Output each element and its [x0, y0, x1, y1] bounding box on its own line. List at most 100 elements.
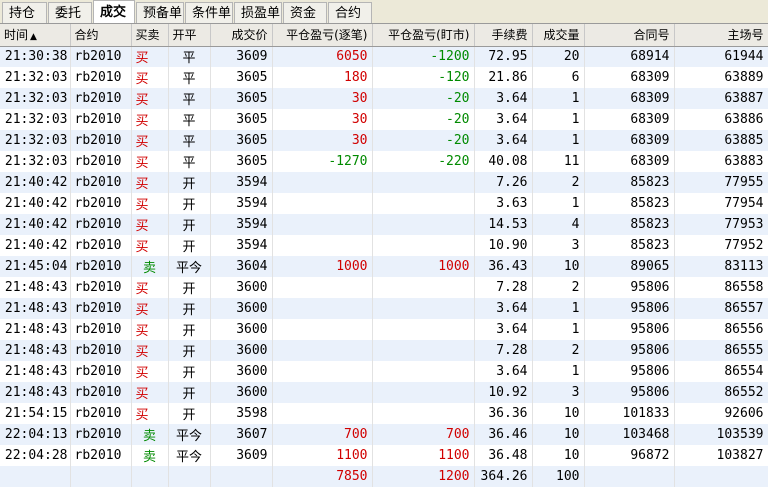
table-row[interactable]: 21:32:03 rb2010 买平 3605 30 -20 3.64 1 68309 63887	[0, 88, 768, 109]
cell-exchange-no: 83113	[674, 256, 768, 277]
tab-positions[interactable]: 持仓	[2, 2, 47, 23]
cell-contract-no: 68309	[584, 151, 675, 172]
cell-time: 21:40:42	[0, 235, 71, 256]
col-header-open-close[interactable]: 开平	[168, 24, 211, 47]
tab-orders[interactable]: 委托	[48, 2, 92, 23]
cell-price: 3605	[210, 67, 273, 88]
table-row[interactable]: 21:45:04 rb2010 卖平今 3604 1000 1000 36.43 10 8906…	[0, 256, 768, 277]
cell-contract: rb2010	[70, 256, 132, 277]
cell-exchange-no: 86555	[674, 340, 768, 361]
cell-price: 3600	[210, 277, 273, 298]
col-header-pnl-trade[interactable]: 平仓盈亏(逐笔)	[272, 24, 373, 47]
cell-price: 3607	[210, 424, 273, 445]
cell-fee: 72.95	[474, 46, 533, 67]
table-row[interactable]: 21:32:03 rb2010 买平 3605 -1270 -220 40.08 11 6830…	[0, 151, 768, 172]
table-row[interactable]: 21:48:43 rb2010 买开 3600 7.28 2 95806 86558	[0, 277, 768, 298]
table-row[interactable]: 22:04:28 rb2010 卖平今 3609 1100 1100 36.48 10 9687…	[0, 445, 768, 466]
col-header-direction[interactable]: 买卖	[131, 24, 169, 47]
cell-contract-no: 85823	[584, 193, 675, 214]
cell-volume: 1	[532, 361, 585, 382]
tab-preorders[interactable]: 预备单	[136, 2, 184, 23]
cell-open-close: 平	[168, 46, 211, 67]
cell-direction: 买	[131, 403, 169, 424]
cell-volume: 20	[532, 46, 585, 67]
cell-contract: rb2010	[70, 319, 132, 340]
cell-time: 21:40:42	[0, 172, 71, 193]
cell-contract: rb2010	[70, 214, 132, 235]
cell-price: 3605	[210, 109, 273, 130]
cell-direction: 买	[131, 130, 169, 151]
table-row[interactable]: 21:40:42 rb2010 买开 3594 7.26 2 85823 77955	[0, 172, 768, 193]
table-row[interactable]: 21:48:43 rb2010 买开 3600 3.64 1 95806 86554	[0, 361, 768, 382]
table-row[interactable]: 21:30:38 rb2010 买平 3609 6050 -1200 72.95 20 6891…	[0, 46, 768, 67]
col-header-price[interactable]: 成交价	[210, 24, 273, 47]
cell-volume: 6	[532, 67, 585, 88]
table-row[interactable]: 21:40:42 rb2010 买开 3594 3.63 1 85823 77954	[0, 193, 768, 214]
table-row[interactable]: 22:04:13 rb2010 卖平今 3607 700 700 36.46 10 103468…	[0, 424, 768, 445]
table-row[interactable]: 21:54:15 rb2010 买开 3598 36.36 10 101833 92606	[0, 403, 768, 424]
cell-pnl-trade	[272, 319, 373, 340]
cell-time: 21:32:03	[0, 88, 71, 109]
cell-volume: 1	[532, 109, 585, 130]
cell-fee: 3.64	[474, 109, 533, 130]
cell-exchange-no: 61944	[674, 46, 768, 67]
cell-contract-no: 103468	[584, 424, 675, 445]
tab-stop-orders[interactable]: 损盈单	[234, 2, 282, 23]
table-row[interactable]: 21:48:43 rb2010 买开 3600 3.64 1 95806 86556	[0, 319, 768, 340]
cell-pnl-trade: 1100	[272, 445, 373, 466]
col-header-volume[interactable]: 成交量	[532, 24, 585, 47]
table-row[interactable]: 21:40:42 rb2010 买开 3594 14.53 4 85823 77953	[0, 214, 768, 235]
table-row[interactable]: 21:32:03 rb2010 买平 3605 180 -120 21.86 6 68309 63…	[0, 67, 768, 88]
total-pnl-trade: 7850	[272, 466, 373, 487]
cell-direction: 买	[131, 298, 169, 319]
cell-volume: 10	[532, 256, 585, 277]
table-row[interactable]: 21:32:03 rb2010 买平 3605 30 -20 3.64 1 68309 63886	[0, 109, 768, 130]
col-header-contract-no[interactable]: 合同号	[584, 24, 675, 47]
cell-exchange-no: 77953	[674, 214, 768, 235]
col-header-pnl-mtm[interactable]: 平仓盈亏(盯市)	[372, 24, 475, 47]
cell-pnl-trade: 6050	[272, 46, 373, 67]
cell-time: 21:48:43	[0, 340, 71, 361]
tab-contracts[interactable]: 合约	[328, 2, 372, 23]
trades-table: 时间 ▲ 合约 买卖 开平 成交价 平仓盈亏(逐笔) 平仓盈亏(盯市) 手续费 成…	[0, 24, 768, 487]
col-header-fee[interactable]: 手续费	[474, 24, 533, 47]
cell-pnl-trade: -1270	[272, 151, 373, 172]
cell-open-close: 平今	[168, 256, 211, 277]
cell-open-close: 开	[168, 235, 211, 256]
cell-pnl-trade	[272, 214, 373, 235]
table-row[interactable]: 21:32:03 rb2010 买平 3605 30 -20 3.64 1 68309 63885	[0, 130, 768, 151]
cell-time: 21:40:42	[0, 214, 71, 235]
cell-volume: 1	[532, 88, 585, 109]
cell-contract-no: 85823	[584, 235, 675, 256]
cell-pnl-mtm	[372, 193, 475, 214]
cell-price: 3605	[210, 88, 273, 109]
cell-exchange-no: 63886	[674, 109, 768, 130]
col-header-contract[interactable]: 合约	[70, 24, 132, 47]
cell-fee: 3.64	[474, 130, 533, 151]
cell-exchange-no: 63889	[674, 67, 768, 88]
cell-exchange-no: 77954	[674, 193, 768, 214]
table-row[interactable]: 21:40:42 rb2010 买开 3594 10.90 3 85823 77952	[0, 235, 768, 256]
col-header-time[interactable]: 时间 ▲	[0, 24, 71, 47]
cell-time: 21:48:43	[0, 361, 71, 382]
cell-direction: 买	[131, 235, 169, 256]
tab-funds[interactable]: 资金	[283, 2, 327, 23]
table-row[interactable]: 21:48:43 rb2010 买开 3600 10.92 3 95806 86552	[0, 382, 768, 403]
cell-time: 21:54:15	[0, 403, 71, 424]
tab-conditional-orders[interactable]: 条件单	[185, 2, 233, 23]
cell-contract: rb2010	[70, 403, 132, 424]
cell-pnl-mtm	[372, 214, 475, 235]
cell-direction: 买	[131, 193, 169, 214]
table-row[interactable]: 21:48:43 rb2010 买开 3600 7.28 2 95806 86555	[0, 340, 768, 361]
tab-trades[interactable]: 成交	[93, 0, 135, 23]
table-row[interactable]: 21:48:43 rb2010 买开 3600 3.64 1 95806 86557	[0, 298, 768, 319]
cell-contract-no: 95806	[584, 277, 675, 298]
cell-direction: 买	[131, 340, 169, 361]
cell-contract: rb2010	[70, 151, 132, 172]
cell-fee: 14.53	[474, 214, 533, 235]
cell-contract: rb2010	[70, 340, 132, 361]
cell-pnl-mtm	[372, 403, 475, 424]
cell-time: 22:04:28	[0, 445, 71, 466]
col-header-exchange-no[interactable]: 主场号	[674, 24, 768, 47]
cell-direction: 买	[131, 277, 169, 298]
